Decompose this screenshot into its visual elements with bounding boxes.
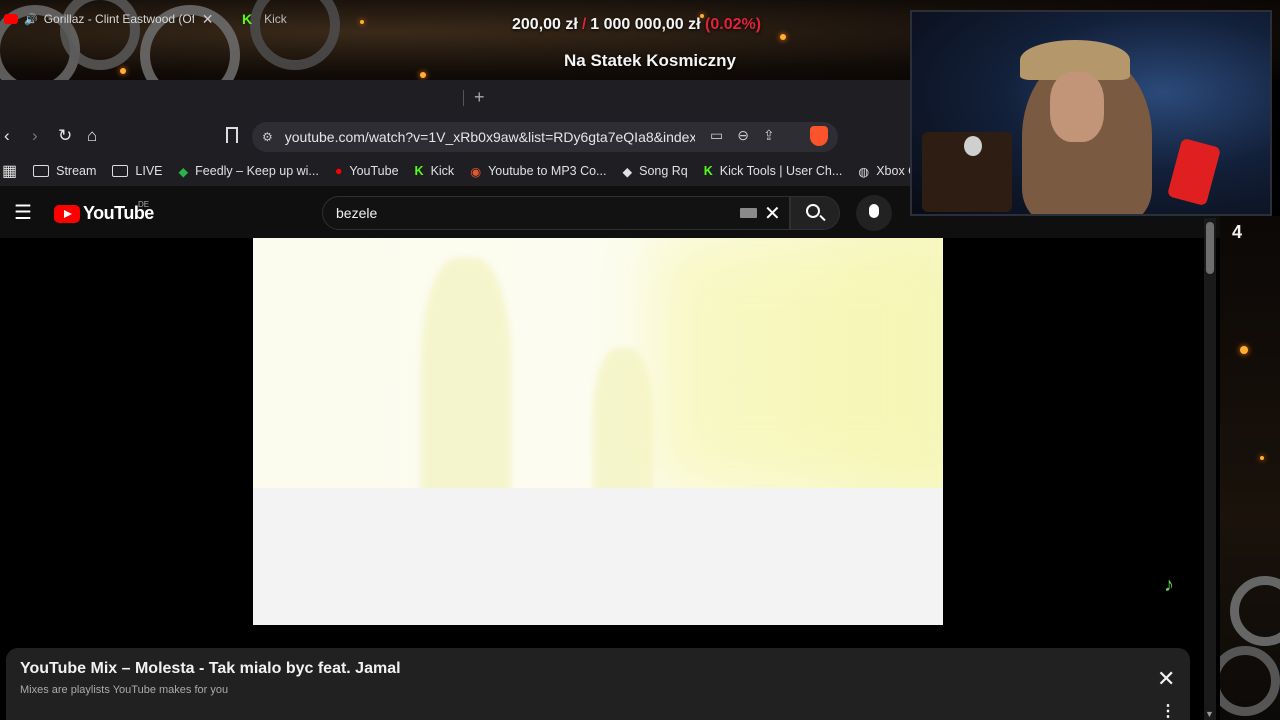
new-tab-button[interactable]: + [474,87,485,108]
ember-decoration [120,68,126,74]
menu-icon[interactable]: ☰ [14,200,32,225]
webcam-red-light [1166,137,1222,207]
browser-tab-bar [0,80,910,116]
goal-current-amount: 200,00 zł [512,16,578,33]
bookmark-label: Youtube to MP3 Co... [488,164,607,178]
webcam-skull-decoration [964,136,982,156]
folder-icon [112,165,129,177]
kick-icon: K [703,164,713,178]
site-settings-icon[interactable]: ⚙ [262,130,273,144]
bookmark-yt-mp3[interactable]: ◉ Youtube to MP3 Co... [470,164,606,179]
close-playlist-icon[interactable]: ✕ [1157,666,1175,692]
ember-decoration [1240,346,1248,354]
goal-separator: / [581,16,587,33]
scrollbar[interactable] [1204,218,1216,720]
bookmark-page-icon[interactable] [226,127,238,143]
folder-icon [33,165,50,177]
bookmark-stream[interactable]: Stream [33,164,96,178]
close-tab-icon[interactable]: ✕ [202,11,214,28]
tab-kick[interactable]: K Kick [238,6,458,32]
url-text[interactable]: youtube.com/watch?v=1V_xRb0x9aw&list=RDy… [285,129,695,145]
search-icon[interactable] [806,204,820,218]
webcam-face [1050,72,1104,142]
speaker-icon[interactable]: 🔊 [24,13,38,26]
apps-grid-icon[interactable]: ▦ [2,161,17,181]
bookmarks-bar: ▦ Stream LIVE ◆ Feedly – Keep up wi... ● Y… [0,156,910,186]
converter-icon: ◉ [470,164,482,179]
donation-goal-progress: 200,00 zł/1 000 000,00 zł (0.02%) [512,16,761,34]
feedly-icon: ◆ [178,164,189,179]
diamond-icon: ◆ [622,164,633,179]
search-query[interactable]: bezele [336,205,377,221]
overlay-counter: 4 [1232,222,1243,242]
video-figure [421,258,511,518]
video-frame-floor [253,488,943,625]
bookmark-label: Xbox Cl [876,164,910,178]
microphone-icon[interactable] [869,204,879,218]
bookmark-label: Feedly – Keep up wi... [195,164,319,178]
reload-icon[interactable]: ↻ [58,126,72,146]
celtic-knot-decoration [1230,576,1280,646]
zoom-icon[interactable]: ⊖ [737,127,749,144]
ember-decoration [420,72,426,78]
goal-target-amount: 1 000 000,00 zł [590,16,701,33]
youtube-logo[interactable]: YouTube DE [54,200,154,224]
scroll-down-icon[interactable]: ▼ [1205,709,1214,719]
home-icon[interactable]: ⌂ [87,126,97,146]
search-input[interactable] [322,196,790,230]
kick-favicon-icon: K [242,11,253,27]
stream-overlay-side [1220,216,1280,720]
webcam-feed [910,10,1272,216]
bookmark-label: Song Rq [639,164,688,178]
bookmark-youtube[interactable]: ● YouTube [335,164,399,178]
more-options-icon[interactable]: ⋮ [1160,704,1176,720]
bookmark-song-rq[interactable]: ◆ Song Rq [622,164,687,179]
video-player[interactable] [253,238,943,625]
ember-decoration [1260,456,1264,460]
celtic-knot-decoration [1220,646,1280,716]
tab-youtube-gorillaz[interactable]: 🔊 Gorillaz - Clint Eastwood (Offi ✕ [0,6,222,32]
goal-percent: (0.02%) [705,16,762,33]
region-code: DE [138,200,150,209]
bookmark-label: Stream [56,164,97,178]
brave-shields-icon[interactable] [810,126,828,146]
bookmark-label: YouTube [349,164,399,178]
playlist-title[interactable]: YouTube Mix – Molesta - Tak mialo byc fe… [20,660,401,678]
youtube-icon: ● [334,164,343,178]
cast-icon[interactable]: ▭ [710,127,723,144]
bookmark-xbox[interactable]: ◍ Xbox Cl [858,164,910,179]
keyboard-icon[interactable] [740,208,757,218]
share-icon[interactable]: ⇪ [763,127,775,144]
kick-icon: K [414,164,424,178]
scrollbar-thumb[interactable] [1206,222,1214,274]
playlist-subtitle: Mixes are playlists YouTube makes for yo… [20,684,229,696]
tab-divider [463,90,464,106]
bookmark-label: Kick [430,164,455,178]
bookmark-label: LIVE [135,164,163,178]
address-bar-actions: ▭ ⊖ ⇪ [710,127,775,144]
donation-goal-title: Na Statek Kosmiczny [564,51,736,70]
tab-label: Gorillaz - Clint Eastwood (Offi [43,12,194,26]
bookmark-kick-tools[interactable]: K Kick Tools | User Ch... [704,164,843,178]
clear-search-icon[interactable]: ✕ [764,201,781,226]
youtube-play-icon [54,204,80,223]
music-note-icon: ♪ [1164,574,1174,596]
youtube-favicon-icon [4,14,18,24]
globe-icon: ◍ [858,164,870,179]
video-frame-glow [653,238,943,488]
back-icon[interactable]: ‹ [4,126,10,146]
bookmark-live[interactable]: LIVE [112,164,163,178]
bookmark-feedly[interactable]: ◆ Feedly – Keep up wi... [179,164,319,179]
bookmark-kick[interactable]: K Kick [415,164,455,178]
forward-icon[interactable]: › [32,126,38,146]
bookmark-label: Kick Tools | User Ch... [719,164,843,178]
tab-label: Kick [264,12,287,26]
ember-decoration [780,34,786,40]
